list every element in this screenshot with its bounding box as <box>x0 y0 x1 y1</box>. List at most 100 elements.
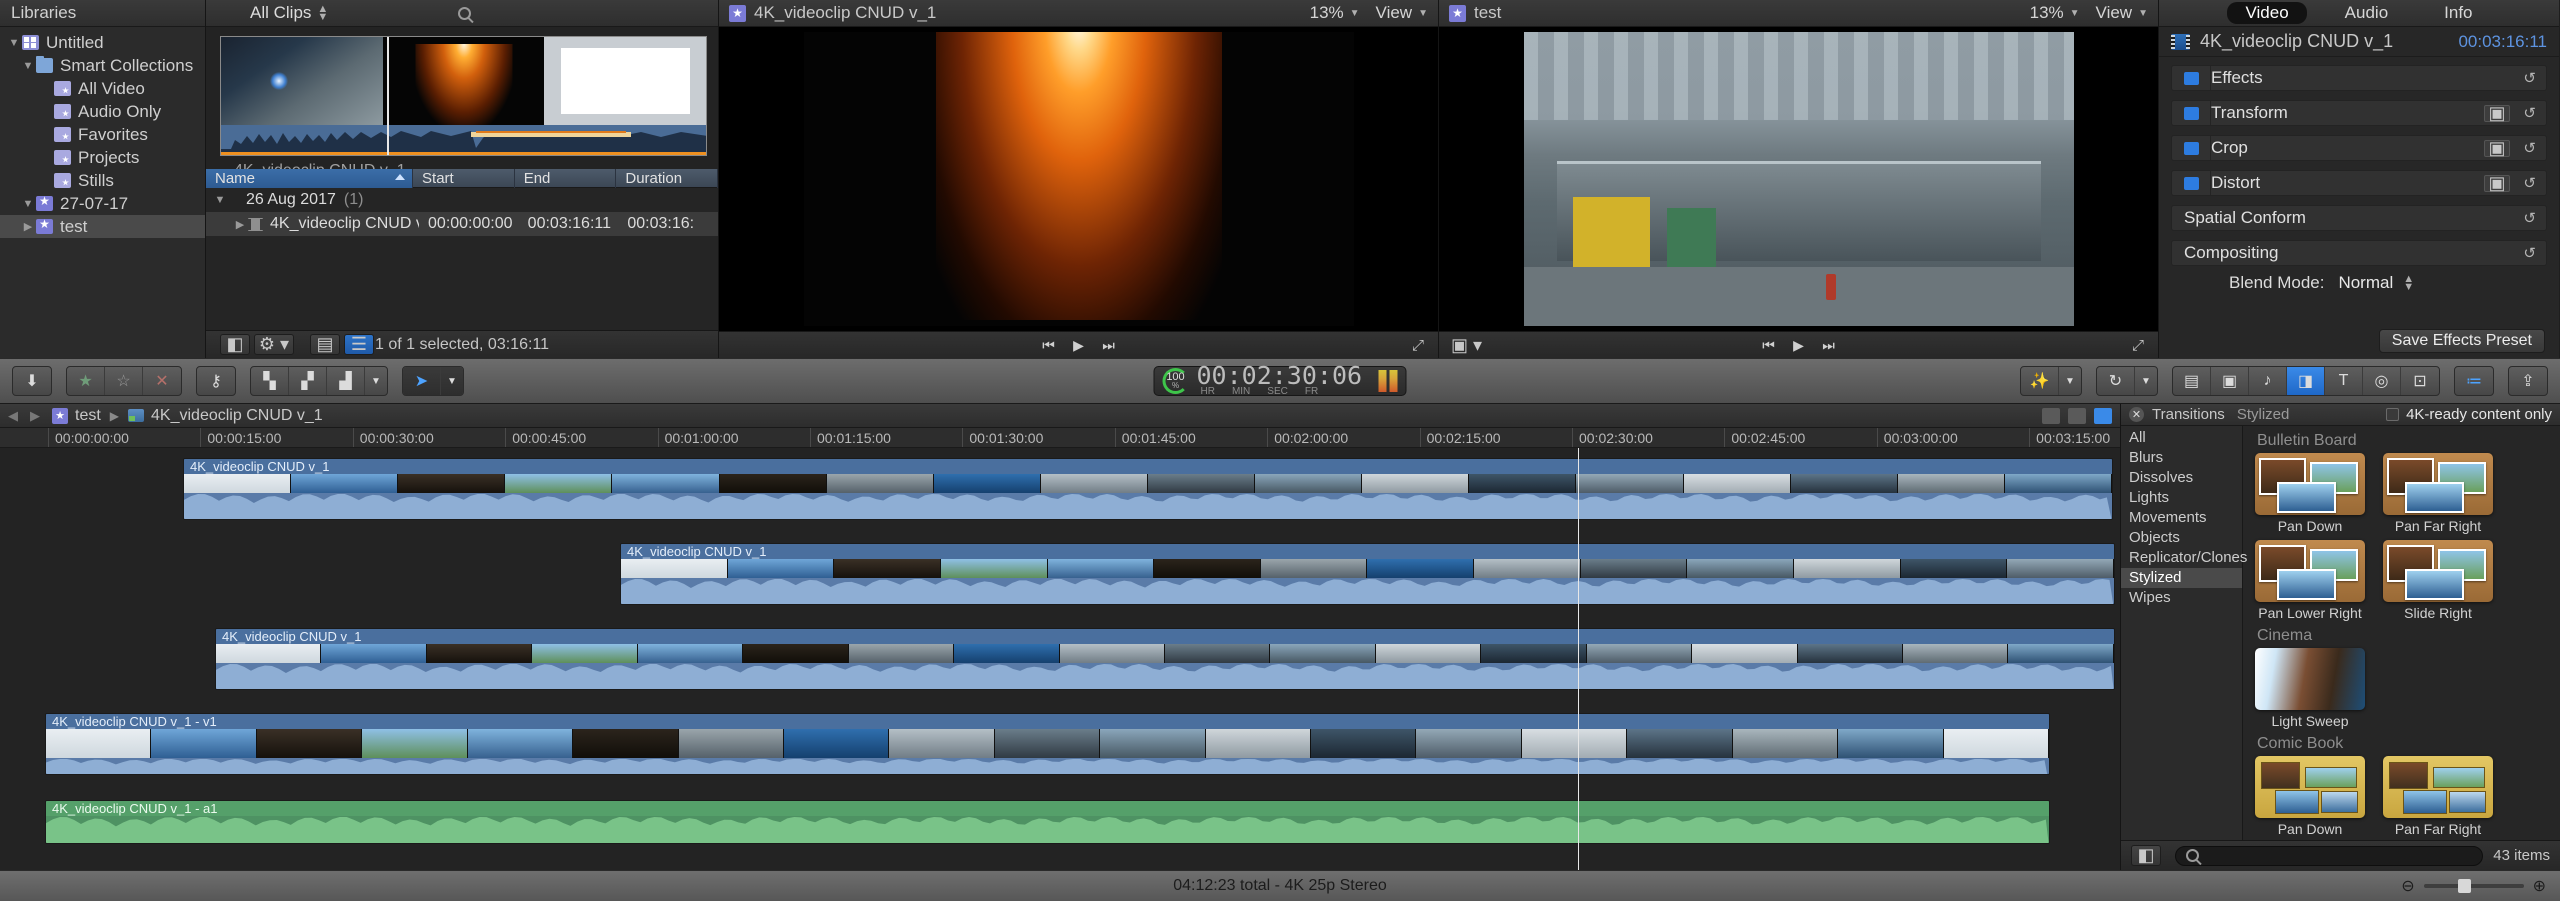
sidebar-item-audio-only[interactable]: ▼Audio Only <box>0 100 205 123</box>
param-transform[interactable]: Transform ▣ ↺ <box>2171 100 2547 126</box>
favorite-icon[interactable]: ★ <box>67 367 105 395</box>
clip-filter-stepper-icon[interactable]: ▲ ▼ <box>317 4 328 23</box>
timeline-ruler[interactable]: 00:00:00:00 00:00:15:00 00:00:30:00 00:00:4… <box>0 428 2120 448</box>
column-header-name[interactable]: Name <box>206 168 414 188</box>
transitions-icon[interactable]: ◨ <box>2287 367 2325 395</box>
enable-checkbox[interactable] <box>2184 106 2199 120</box>
sidebar-item-projects[interactable]: ▼Projects <box>0 146 205 169</box>
zoom-in-icon[interactable]: ⊕ <box>2533 876 2546 896</box>
nav-back-icon[interactable]: ◀ <box>8 408 18 424</box>
sidebar-item-smart-collections[interactable]: ▼ Smart Collections <box>0 54 205 77</box>
zoom-out-icon[interactable]: ⊖ <box>2401 876 2414 896</box>
timeline-clip[interactable]: 4K_videoclip CNUD v_1 <box>620 543 2115 605</box>
inspector-icon[interactable]: ≔ <box>2455 367 2493 395</box>
timeline-clip[interactable]: 4K_videoclip CNUD v_1 - a1 <box>45 800 2050 844</box>
tab-video[interactable]: Video <box>2227 2 2307 24</box>
chevron-down-icon[interactable]: ▼ <box>2138 8 2148 19</box>
onscreen-control-icon[interactable]: ▣ <box>2484 173 2510 193</box>
blend-mode-value[interactable]: Normal <box>2338 273 2393 293</box>
timecode-display[interactable]: 100 % 00:02:30:06 HR MIN SEC FR <box>1153 363 1407 397</box>
timeline-playhead[interactable] <box>1578 448 1579 870</box>
retime-icon[interactable]: ↻ <box>2097 367 2135 395</box>
param-effects[interactable]: Effects ↺ <box>2171 65 2547 91</box>
event-viewer-canvas[interactable] <box>719 27 1438 331</box>
chevron-down-icon[interactable]: ▼ <box>365 367 387 395</box>
transition-category-movements[interactable]: Movements <box>2121 508 2242 528</box>
param-spatial-conform[interactable]: Spatial Conform ↺ <box>2171 205 2547 231</box>
sidebar-item-all-video[interactable]: ▼All Video <box>0 77 205 100</box>
reset-icon[interactable]: ↺ <box>2523 139 2536 157</box>
disclosure-triangle-icon[interactable]: ▼ <box>20 198 36 210</box>
disclosure-triangle-icon[interactable]: ▼ <box>6 37 22 49</box>
photos-icon[interactable]: ▣ <box>2211 367 2249 395</box>
transition-item[interactable]: Slide Right <box>2383 540 2493 621</box>
background-tasks-gauge[interactable]: 100 % <box>1162 368 1189 394</box>
column-header-start[interactable]: Start <box>413 168 515 188</box>
share-icon[interactable]: ⇪ <box>2509 367 2547 395</box>
save-effects-preset-button[interactable]: Save Effects Preset <box>2378 329 2545 353</box>
sidebar-item-untitled[interactable]: ▼ Untitled <box>0 31 205 54</box>
transition-item[interactable]: Pan Far Right <box>2383 756 2493 837</box>
disclosure-triangle-icon[interactable]: ▶ <box>20 220 36 233</box>
filmstrip-playhead[interactable] <box>387 37 389 155</box>
snapping-icon[interactable] <box>2094 407 2112 424</box>
tool-select-icon[interactable]: ➤ <box>403 367 441 395</box>
enable-checkbox[interactable] <box>2184 141 2199 155</box>
sidebar-item-stills[interactable]: ▼Stills <box>0 169 205 192</box>
checkbox-icon[interactable] <box>2386 408 2400 421</box>
browser-search-input[interactable] <box>458 6 708 20</box>
enable-checkbox[interactable] <box>2184 176 2199 190</box>
transition-category-replicator-clones[interactable]: Replicator/Clones <box>2121 548 2247 568</box>
transition-item[interactable]: Pan Down <box>2255 453 2365 534</box>
import-media-icon[interactable]: ⬇ <box>13 367 51 395</box>
play-pause-button[interactable]: ▶ <box>1784 334 1814 356</box>
themes-icon[interactable]: ⊡ <box>2401 367 2439 395</box>
filmstrip-clip[interactable] <box>220 36 707 156</box>
reset-icon[interactable]: ↺ <box>2523 69 2536 87</box>
blend-mode-stepper-icon[interactable]: ▲ ▼ <box>2403 274 2414 293</box>
transition-item[interactable]: Pan Far Right <box>2383 453 2493 534</box>
viewer-layout-button[interactable]: ▣ ▾ <box>1451 335 1482 356</box>
keyword-icon[interactable]: ⚷ <box>197 367 235 395</box>
transitions-category-list[interactable]: All Blurs Dissolves Lights Movements Objects R… <box>2121 426 2247 840</box>
go-to-end-button[interactable]: ⏭ <box>1814 334 1844 356</box>
photos-video-icon[interactable]: ▤ <box>2173 367 2211 395</box>
onscreen-control-icon[interactable]: ▣ <box>2484 103 2510 123</box>
transition-item[interactable]: Pan Down <box>2255 756 2365 837</box>
skimming-icon[interactable] <box>2068 407 2086 424</box>
zoom-slider-knob[interactable] <box>2457 879 2471 893</box>
tab-audio[interactable]: Audio <box>2327 2 2406 24</box>
sidebar-item-favorites[interactable]: ▼Favorites <box>0 123 205 146</box>
clip-filter-label[interactable]: All Clips <box>250 3 311 23</box>
transition-item[interactable]: Light Sweep <box>2255 648 2365 729</box>
chevron-down-icon[interactable]: ▼ <box>2059 367 2081 395</box>
reset-icon[interactable]: ↺ <box>2523 244 2536 262</box>
transitions-grid[interactable]: Bulletin Board Pan Down Pan Far Right Pan L… <box>2243 426 2560 840</box>
transition-category-all[interactable]: All <box>2121 428 2242 448</box>
close-icon[interactable]: ✕ <box>2129 407 2144 422</box>
param-compositing[interactable]: Compositing ↺ <box>2171 240 2547 266</box>
project-viewer-view-menu[interactable]: View <box>2096 3 2133 23</box>
clip-appearance-icon[interactable] <box>2042 407 2060 424</box>
unrate-icon[interactable]: ☆ <box>105 367 143 395</box>
timeline-clip[interactable]: 4K_videoclip CNUD v_1 <box>183 458 2113 520</box>
go-to-start-button[interactable]: ⏮ <box>1754 334 1784 356</box>
append-icon[interactable]: ▟ <box>327 367 365 395</box>
transition-item[interactable]: Pan Lower Right <box>2255 540 2365 621</box>
nav-forward-icon[interactable]: ▶ <box>30 408 40 424</box>
transition-category-lights[interactable]: Lights <box>2121 488 2242 508</box>
4k-ready-filter[interactable]: 4K-ready content only <box>2386 406 2552 423</box>
table-row[interactable]: ▶ 4K_videoclip CNUD v_1 00:00:00:00 00:0… <box>206 212 718 236</box>
go-to-end-button[interactable]: ⏭ <box>1094 334 1124 356</box>
sidebar-item-27-07-17[interactable]: ▼ 27-07-17 <box>0 192 205 215</box>
timeline-clip[interactable]: 4K_videoclip CNUD v_1 - v1 <box>45 713 2050 775</box>
libraries-tree[interactable]: ▼Untitled▼Smart Collections▼All Video▼Au… <box>0 27 205 358</box>
event-viewer-view-menu[interactable]: View <box>1376 3 1413 23</box>
reset-icon[interactable]: ↺ <box>2523 104 2536 122</box>
zoom-slider[interactable] <box>2423 879 2524 893</box>
transition-category-objects[interactable]: Objects <box>2121 528 2242 548</box>
reject-icon[interactable]: ✕ <box>143 367 181 395</box>
chevron-down-icon[interactable]: ▼ <box>1418 8 1428 19</box>
transition-category-dissolves[interactable]: Dissolves <box>2121 468 2242 488</box>
inspector-tabs[interactable]: Video Audio Info <box>2159 0 2559 27</box>
